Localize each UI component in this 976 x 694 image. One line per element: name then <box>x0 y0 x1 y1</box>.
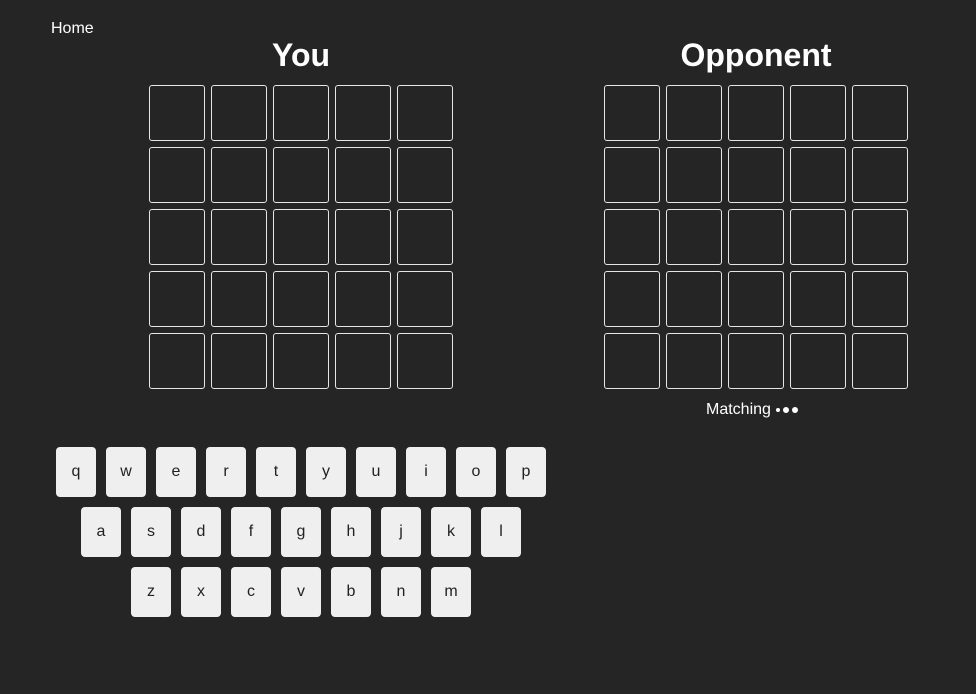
opponent-board-tile <box>604 85 660 141</box>
opponent-board-tile <box>852 333 908 389</box>
opponent-board-tile <box>852 209 908 265</box>
you-board-tile <box>335 333 391 389</box>
key-g[interactable]: g <box>281 507 321 557</box>
you-board-tile <box>397 271 453 327</box>
key-i[interactable]: i <box>406 447 446 497</box>
loading-dot <box>782 406 789 413</box>
opponent-board-tile <box>790 209 846 265</box>
home-link[interactable]: Home <box>51 20 94 38</box>
opponent-board-title: Opponent <box>680 37 832 73</box>
key-o[interactable]: o <box>456 447 496 497</box>
you-board-tile <box>149 271 205 327</box>
opponent-board <box>604 85 908 389</box>
on-screen-keyboard: qwertyuiop asdfghjkl zxcvbnm <box>56 447 546 627</box>
key-y[interactable]: y <box>306 447 346 497</box>
you-board-tile <box>335 271 391 327</box>
you-board-tile <box>211 333 267 389</box>
you-board-title: You <box>271 37 331 73</box>
you-board-tile <box>335 209 391 265</box>
opponent-board-tile <box>728 271 784 327</box>
matching-status-text: Matching <box>706 401 771 419</box>
key-c[interactable]: c <box>231 567 271 617</box>
key-e[interactable]: e <box>156 447 196 497</box>
key-k[interactable]: k <box>431 507 471 557</box>
you-board-tile <box>335 85 391 141</box>
matching-status: Matching <box>706 401 801 419</box>
key-w[interactable]: w <box>106 447 146 497</box>
you-board-tile <box>211 209 267 265</box>
opponent-board-tile <box>852 85 908 141</box>
opponent-board-tile <box>852 147 908 203</box>
loading-dot <box>791 406 798 413</box>
loading-dots-icon <box>775 401 801 419</box>
you-board-tile <box>149 85 205 141</box>
keyboard-row: asdfghjkl <box>56 507 546 557</box>
key-p[interactable]: p <box>506 447 546 497</box>
you-board-tile <box>273 147 329 203</box>
you-board-tile <box>211 271 267 327</box>
opponent-board-tile <box>666 271 722 327</box>
key-u[interactable]: u <box>356 447 396 497</box>
you-board-tile <box>273 209 329 265</box>
opponent-board-tile <box>790 85 846 141</box>
opponent-board-tile <box>666 85 722 141</box>
opponent-board-tile <box>728 147 784 203</box>
keyboard-row: qwertyuiop <box>56 447 546 497</box>
loading-dot <box>775 407 780 412</box>
key-n[interactable]: n <box>381 567 421 617</box>
you-board <box>149 85 453 389</box>
key-l[interactable]: l <box>481 507 521 557</box>
you-board-tile <box>397 333 453 389</box>
key-j[interactable]: j <box>381 507 421 557</box>
game-screen: Home You Opponent Matching qwertyuiop asd… <box>0 0 976 694</box>
you-board-tile <box>397 147 453 203</box>
you-board-tile <box>273 85 329 141</box>
key-f[interactable]: f <box>231 507 271 557</box>
opponent-board-tile <box>728 209 784 265</box>
you-board-tile <box>335 147 391 203</box>
opponent-board-tile <box>852 271 908 327</box>
you-board-tile <box>211 147 267 203</box>
key-r[interactable]: r <box>206 447 246 497</box>
you-board-tile <box>397 85 453 141</box>
opponent-board-tile <box>666 147 722 203</box>
key-d[interactable]: d <box>181 507 221 557</box>
you-board-tile <box>273 271 329 327</box>
key-h[interactable]: h <box>331 507 371 557</box>
key-b[interactable]: b <box>331 567 371 617</box>
key-z[interactable]: z <box>131 567 171 617</box>
opponent-board-tile <box>790 147 846 203</box>
opponent-board-tile <box>604 271 660 327</box>
key-s[interactable]: s <box>131 507 171 557</box>
opponent-board-tile <box>604 147 660 203</box>
you-board-tile <box>273 333 329 389</box>
keyboard-row: zxcvbnm <box>56 567 546 617</box>
key-m[interactable]: m <box>431 567 471 617</box>
opponent-board-tile <box>790 271 846 327</box>
opponent-board-tile <box>728 333 784 389</box>
opponent-board-tile <box>604 333 660 389</box>
you-board-tile <box>397 209 453 265</box>
opponent-board-tile <box>790 333 846 389</box>
key-x[interactable]: x <box>181 567 221 617</box>
you-board-tile <box>211 85 267 141</box>
you-board-tile <box>149 147 205 203</box>
key-a[interactable]: a <box>81 507 121 557</box>
opponent-board-tile <box>666 333 722 389</box>
you-board-tile <box>149 209 205 265</box>
key-v[interactable]: v <box>281 567 321 617</box>
key-q[interactable]: q <box>56 447 96 497</box>
you-board-tile <box>149 333 205 389</box>
key-t[interactable]: t <box>256 447 296 497</box>
opponent-board-tile <box>666 209 722 265</box>
opponent-board-tile <box>604 209 660 265</box>
opponent-board-tile <box>728 85 784 141</box>
